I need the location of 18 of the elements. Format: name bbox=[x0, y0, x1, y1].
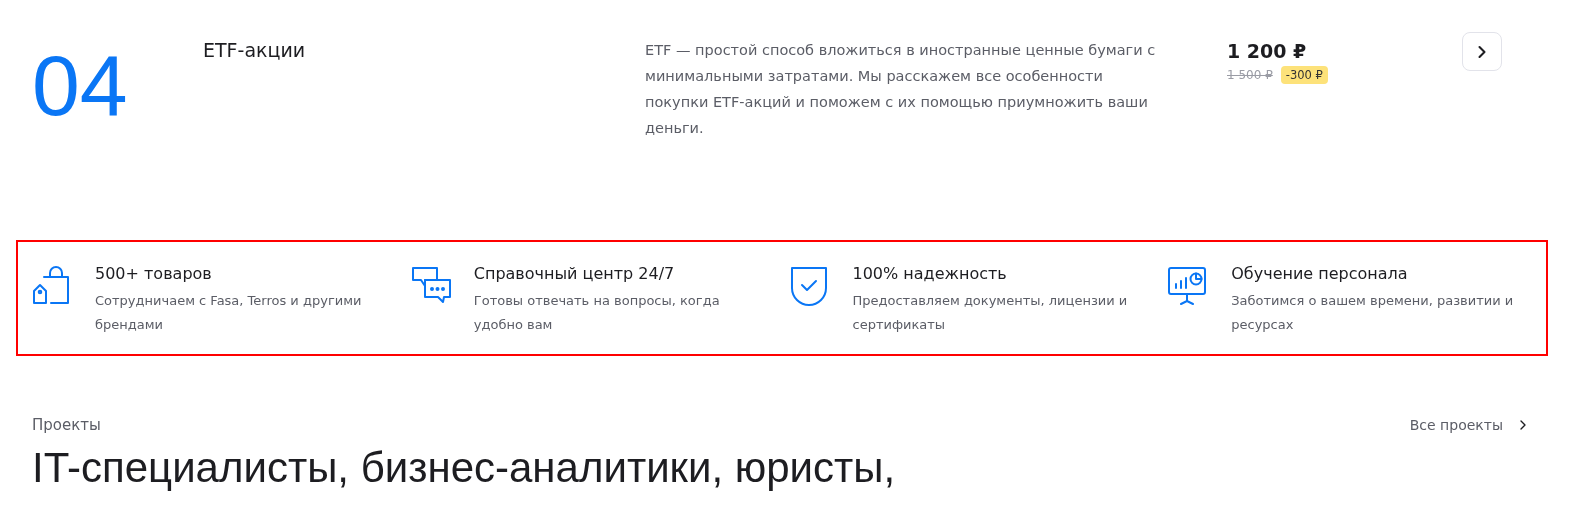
feature-description: Сотрудничаем с Fasa, Terros и другими брендами bbox=[95, 292, 363, 334]
feature-title: 100% надежность bbox=[852, 264, 1008, 283]
old-price: 1 500 ₽ bbox=[1227, 68, 1273, 82]
course-description: ETF — простой способ вложиться в иностранные ценные бумаги с минимальными затратами. Мы расскажем все особенности покупки ETF-акций и поможем с их помощью приумножить ваши деньги. bbox=[645, 41, 1157, 138]
course-number: 04 bbox=[32, 42, 129, 128]
feature-title: Обучение персонала bbox=[1231, 264, 1409, 283]
price: 1 200 ₽ bbox=[1227, 40, 1308, 62]
feature-title: Справочный центр 24/7 bbox=[473, 264, 676, 283]
feature-description: Заботимся о вашем времени, развитии и ресурсах bbox=[1231, 292, 1515, 334]
feature-description: Предоставляем документы, лицензии и сертификаты bbox=[852, 292, 1129, 334]
course-title: ETF-акции bbox=[203, 39, 307, 61]
next-button[interactable] bbox=[1462, 32, 1502, 71]
discount-badge: -300 ₽ bbox=[1280, 66, 1328, 84]
section-heading: IT-специалисты, бизнес-аналитики, юристы, bbox=[32, 444, 897, 492]
feature-title: 500+ товаров bbox=[95, 264, 213, 283]
all-projects-link[interactable]: Все проекты bbox=[1409, 417, 1531, 433]
feature-description: Готовы отвечать на вопросы, когда удобно вам bbox=[473, 292, 721, 334]
section-label: Проекты bbox=[32, 416, 101, 434]
